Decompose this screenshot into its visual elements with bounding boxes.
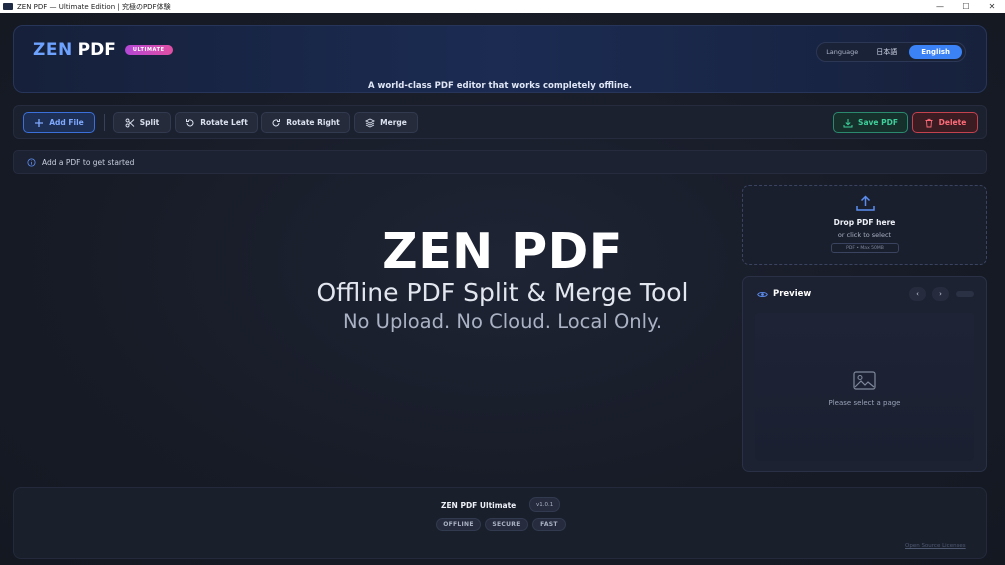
dropzone-hint: PDF • Max 50MB	[831, 243, 899, 253]
rotate-left-label: Rotate Left	[200, 118, 248, 127]
version-badge: v1.0.1	[529, 497, 561, 512]
preview-canvas: Please select a page	[755, 313, 974, 461]
download-icon	[843, 118, 853, 127]
language-option-japanese[interactable]: 日本語	[868, 44, 905, 60]
add-file-button[interactable]: Add File	[23, 112, 95, 133]
preview-title: Preview	[773, 289, 812, 299]
page-counter	[956, 291, 974, 297]
pdf-dropzone[interactable]: Drop PDF here or click to select PDF • M…	[742, 185, 987, 265]
delete-button[interactable]: Delete	[912, 112, 978, 133]
info-icon	[27, 157, 36, 167]
upload-icon	[856, 195, 875, 211]
minimize-button[interactable]: —	[927, 2, 953, 11]
delete-label: Delete	[938, 118, 967, 127]
app-icon	[3, 3, 13, 10]
app-logo: ZEN PDF ULTIMATE	[33, 40, 173, 60]
logo-primary: ZEN	[33, 40, 73, 60]
image-placeholder-icon	[853, 371, 876, 390]
window-titlebar: ZEN PDF — Ultimate Edition | 究極のPDF体験 — …	[0, 0, 1005, 13]
scissors-icon	[125, 118, 135, 127]
tagline: A world-class PDF editor that works comp…	[367, 81, 633, 91]
header-banner: ZEN PDF ULTIMATE A world-class PDF edito…	[13, 25, 987, 93]
preview-next-button[interactable]: ›	[932, 287, 949, 301]
rotate-left-icon	[186, 118, 194, 126]
save-pdf-label: Save PDF	[858, 118, 898, 127]
split-label: Split	[139, 118, 160, 127]
edition-badge: ULTIMATE	[124, 45, 173, 55]
feature-chip-offline: OFFLINE	[436, 518, 481, 531]
plus-icon	[35, 118, 44, 127]
maximize-button[interactable]: ☐	[953, 2, 979, 11]
status-bar: Add a PDF to get started	[13, 150, 987, 174]
open-source-licenses-link[interactable]: Open Source Licenses	[905, 543, 966, 549]
rotate-right-label: Rotate Right	[286, 118, 340, 127]
add-file-label: Add File	[49, 118, 84, 127]
status-message: Add a PDF to get started	[42, 157, 135, 167]
rotate-right-icon	[272, 118, 281, 126]
rotate-right-button[interactable]: Rotate Right	[261, 112, 350, 133]
layers-icon	[365, 117, 376, 128]
dropzone-subtitle: or click to select	[837, 231, 892, 239]
footer: ZEN PDF Ultimate v1.0.1 OFFLINE SECURE F…	[13, 487, 987, 559]
close-button[interactable]: ✕	[979, 2, 1005, 11]
footer-product-name: ZEN PDF Ultimate	[441, 501, 517, 510]
split-button[interactable]: Split	[113, 112, 171, 133]
merge-button[interactable]: Merge	[354, 112, 418, 133]
rotate-left-button[interactable]: Rotate Left	[175, 112, 258, 133]
language-label: Language	[826, 48, 859, 56]
feature-chip-fast: FAST	[532, 518, 566, 531]
toolbar-divider	[104, 114, 105, 131]
trash-icon	[925, 118, 933, 127]
merge-label: Merge	[380, 118, 407, 127]
eye-icon	[757, 292, 768, 297]
language-switcher: Language 日本語 English	[816, 42, 966, 62]
feature-chip-secure: SECURE	[485, 518, 528, 531]
window-title: ZEN PDF — Ultimate Edition | 究極のPDF体験	[17, 2, 171, 11]
preview-panel: Preview ‹ › Please select a page	[742, 276, 987, 472]
language-option-english[interactable]: English	[909, 45, 962, 59]
app-root: ZEN PDF ULTIMATE A world-class PDF edito…	[0, 13, 1005, 565]
preview-empty-message: Please select a page	[828, 399, 901, 407]
dropzone-title: Drop PDF here	[833, 218, 896, 227]
preview-prev-button[interactable]: ‹	[909, 287, 926, 301]
save-pdf-button[interactable]: Save PDF	[833, 112, 908, 133]
toolbar: Add File Split Rotate Left Rotate Right …	[13, 105, 987, 139]
logo-secondary: PDF	[77, 40, 116, 60]
